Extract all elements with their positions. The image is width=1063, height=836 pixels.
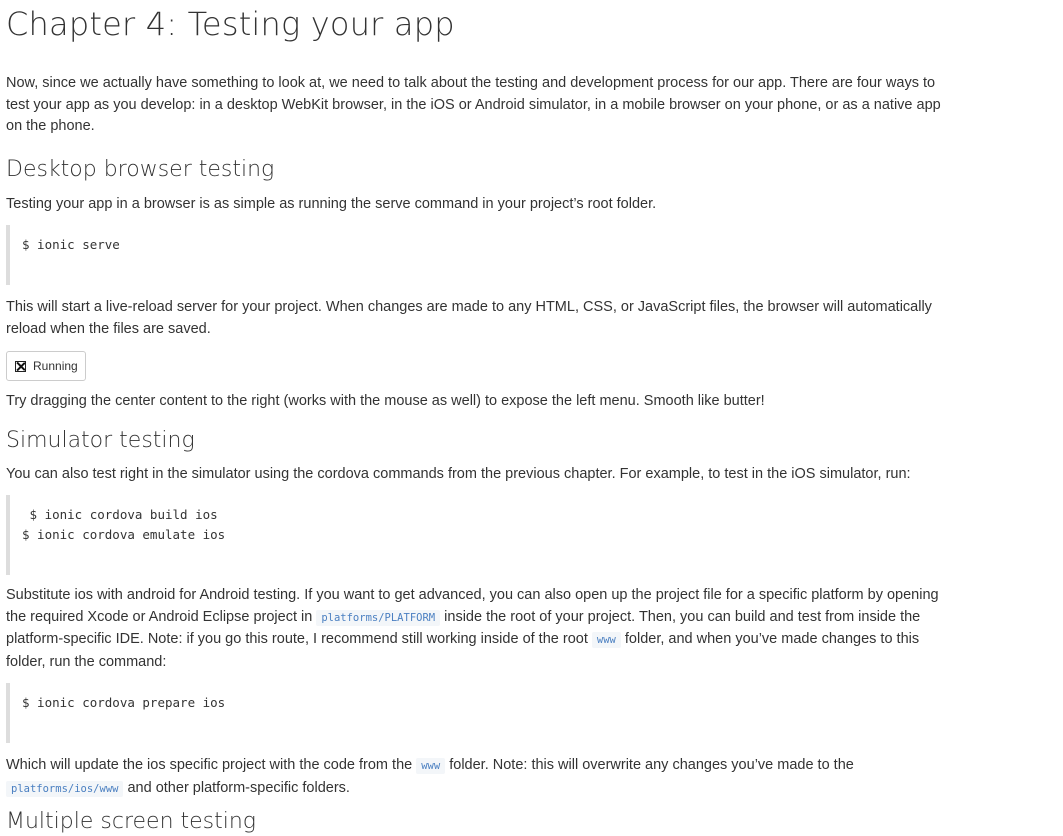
desktop-testing-paragraph: Testing your app in a browser is as simp… bbox=[6, 195, 657, 212]
running-label: Running bbox=[33, 359, 78, 373]
chapter-title: Chapter 4: Testing your app bbox=[6, 5, 455, 43]
update-text-2: folder. Note: this will overwrite any ch… bbox=[445, 757, 854, 773]
update-text-1: Which will update the ios specific proje… bbox=[6, 757, 417, 773]
chapter-content: Chapter 4: Testing your app Now, since w… bbox=[6, 0, 956, 836]
build-emulate-code-block[interactable]: $ ionic cordova build ios $ ionic cordov… bbox=[6, 495, 956, 575]
simulator-testing-heading: Simulator testing bbox=[6, 427, 195, 453]
platforms-platform-code: platforms/PLATFORM bbox=[316, 609, 441, 626]
running-image-placeholder[interactable]: Running bbox=[6, 351, 86, 381]
www-code-2: www bbox=[416, 758, 446, 774]
broken-image-icon bbox=[15, 360, 26, 372]
www-code: www bbox=[591, 632, 621, 648]
drag-paragraph: Try dragging the center content to the r… bbox=[6, 393, 765, 409]
multiple-screen-heading: Multiple screen testing bbox=[6, 809, 257, 834]
simulator-paragraph: You can also test right in the simulator… bbox=[6, 465, 911, 482]
substitute-paragraph: Substitute ios with android for Android … bbox=[6, 585, 956, 673]
running-image-row: Running bbox=[6, 351, 956, 381]
serve-code-block[interactable]: $ ionic serve bbox=[6, 225, 956, 285]
livereload-paragraph: This will start a live-reload server for… bbox=[6, 299, 932, 337]
intro-paragraph: Now, since we actually have something to… bbox=[6, 75, 941, 134]
update-paragraph: Which will update the ios specific proje… bbox=[6, 755, 956, 800]
platforms-ios-www-code: platforms/ios/www bbox=[6, 780, 124, 797]
update-text-3: and other platform-specific folders. bbox=[123, 779, 350, 796]
prepare-code-block[interactable]: $ ionic cordova prepare ios bbox=[6, 683, 956, 743]
desktop-testing-heading: Desktop browser testing bbox=[6, 156, 275, 182]
